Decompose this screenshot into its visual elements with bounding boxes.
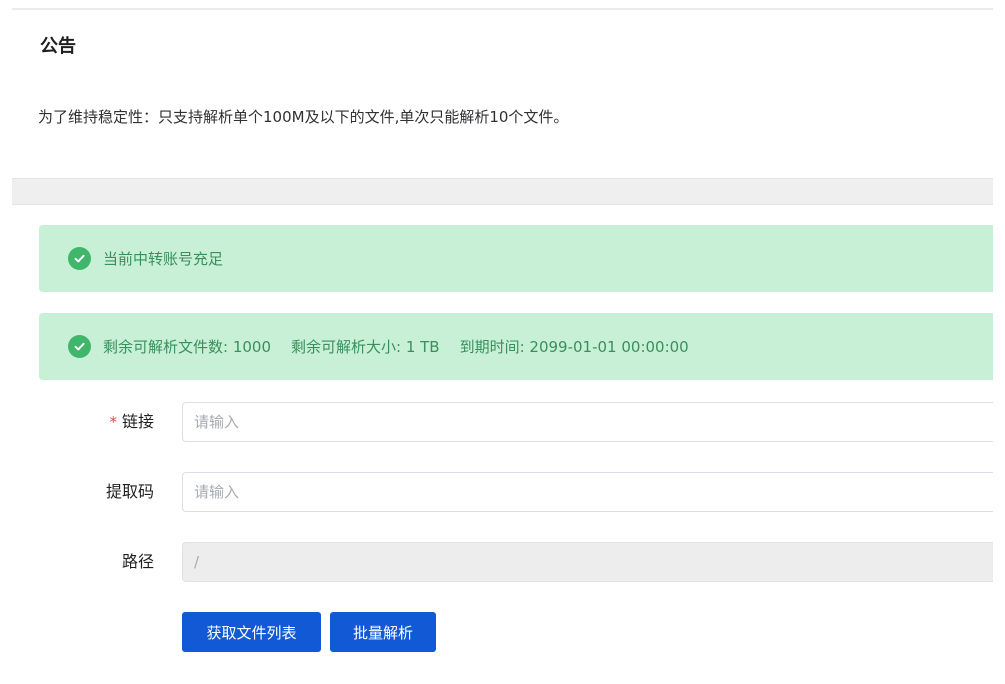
link-label-text: 链接	[121, 412, 154, 431]
code-input[interactable]	[182, 472, 993, 512]
page: 公告 为了维持稳定性：只支持解析单个100M及以下的文件,单次只能解析10个文件…	[0, 0, 1005, 684]
path-input[interactable]	[182, 542, 993, 582]
quota-alert: 剩余可解析文件数: 1000 剩余可解析大小: 1 TB 到期时间: 2099-01…	[39, 313, 993, 380]
path-form-row: 路径	[0, 542, 1005, 582]
account-status-text: 当前中转账号充足	[103, 250, 224, 268]
notice-text: 为了维持稳定性：只支持解析单个100M及以下的文件,单次只能解析10个文件。	[38, 108, 569, 126]
code-form-row: 提取码	[0, 472, 1005, 512]
section-divider	[12, 178, 993, 205]
expire-time-text: 到期时间: 2099-01-01 00:00:00	[459, 338, 689, 356]
top-divider	[12, 8, 993, 10]
quota-text: 剩余可解析文件数: 1000 剩余可解析大小: 1 TB 到期时间: 2099-01…	[103, 336, 689, 357]
link-form-row: * 链接	[0, 402, 1005, 442]
notice-title: 公告	[40, 36, 76, 57]
path-label: 路径	[121, 552, 154, 571]
remaining-files-text: 剩余可解析文件数: 1000	[103, 338, 271, 356]
remaining-size-text: 剩余可解析大小: 1 TB	[291, 338, 440, 356]
get-file-list-button[interactable]: 获取文件列表	[182, 612, 321, 652]
check-circle-icon	[68, 247, 91, 270]
account-status-alert: 当前中转账号充足	[39, 225, 993, 292]
batch-parse-button[interactable]: 批量解析	[330, 612, 436, 652]
required-mark: *	[109, 413, 117, 431]
link-label: * 链接	[109, 402, 154, 442]
code-label: 提取码	[105, 482, 154, 501]
check-circle-icon	[68, 335, 91, 358]
link-input[interactable]	[182, 402, 993, 442]
